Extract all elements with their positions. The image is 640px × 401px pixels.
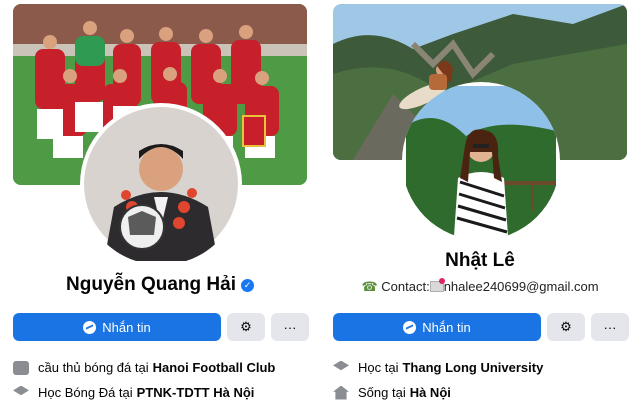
info-prefix: Học tại [358,360,399,375]
info-item-education: Học Bóng Đá tại PTNK-TDTT Hà Nội [13,385,254,400]
profile-name: Nguyễn Quang Hải ✓ [0,274,320,296]
profile-avatar[interactable] [80,103,242,265]
more-options-button[interactable]: ··· [591,313,629,341]
more-icon: ··· [603,319,617,335]
message-button[interactable]: Nhắn tin [333,313,541,341]
profile-name-text: Nguyễn Quang Hải [66,274,236,295]
info-item-education: Học tại Thang Long University [333,360,543,375]
more-icon: ··· [283,319,297,335]
info-link-school[interactable]: Thang Long University [402,360,543,375]
gear-icon: ⚙ [560,319,572,334]
bio-email: nhalee240699@gmail.com [443,279,599,294]
message-button-label: Nhắn tin [102,319,151,335]
graduation-cap-icon [13,385,29,396]
message-button-label: Nhắn tin [422,319,471,335]
info-link-school[interactable]: PTNK-TDTT Hà Nội [137,385,255,400]
verified-badge-icon: ✓ [240,279,254,292]
profile-card-right: Nhật Lê ☎ Contact: nhalee240699@gmail.com… [320,0,640,401]
settings-button[interactable]: ⚙ [547,313,585,341]
messenger-icon [83,320,97,334]
home-icon [333,385,349,400]
info-prefix: Học Bóng Đá tại [38,385,133,400]
settings-button[interactable]: ⚙ [227,313,265,341]
more-options-button[interactable]: ··· [271,313,309,341]
profile-bio: ☎ Contact: nhalee240699@gmail.com [320,278,640,295]
message-button[interactable]: Nhắn tin [13,313,221,341]
info-link-workplace[interactable]: Hanoi Football Club [153,360,276,375]
briefcase-icon [13,360,29,375]
info-prefix: cầu thủ bóng đá tại [38,360,149,375]
messenger-icon [403,320,417,334]
info-item-work: cầu thủ bóng đá tại Hanoi Football Club [13,360,275,375]
profile-avatar[interactable] [402,82,560,240]
email-icon [429,278,445,292]
bio-label: Contact: [381,279,430,294]
profile-name: Nhật Lê [320,250,640,272]
profile-name-text: Nhật Lê [445,250,515,271]
info-link-city[interactable]: Hà Nội [410,385,451,400]
profile-card-left: Nguyễn Quang Hải ✓ Nhắn tin ⚙ ··· cầu thủ… [0,0,320,401]
phone-icon: ☎ [361,279,378,294]
gear-icon: ⚙ [240,319,252,334]
info-prefix: Sống tại [358,385,406,400]
graduation-cap-icon [333,360,349,371]
info-item-home: Sống tại Hà Nội [333,385,451,400]
